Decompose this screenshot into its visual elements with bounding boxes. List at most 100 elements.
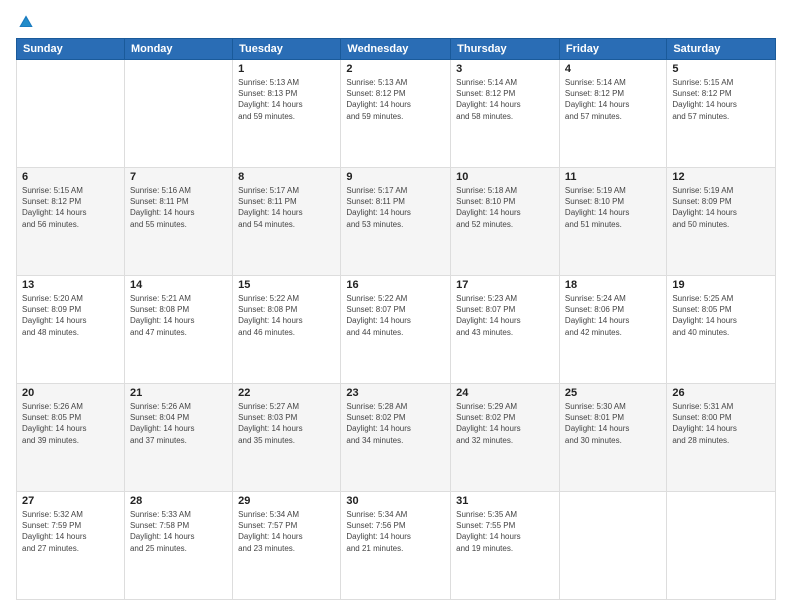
day-info: Sunrise: 5:14 AMSunset: 8:12 PMDaylight:… [565, 77, 661, 122]
day-cell: 16Sunrise: 5:22 AMSunset: 8:07 PMDayligh… [341, 276, 451, 384]
day-number: 17 [456, 279, 554, 291]
day-number: 27 [22, 495, 119, 507]
day-info: Sunrise: 5:30 AMSunset: 8:01 PMDaylight:… [565, 401, 661, 446]
day-cell [17, 60, 125, 168]
day-cell: 6 Sunrise: 5:15 AMSunset: 8:12 PMDaylight… [17, 168, 125, 276]
day-info: Sunrise: 5:13 AMSunset: 8:13 PMDaylight:… [238, 77, 335, 122]
day-cell: 30Sunrise: 5:34 AMSunset: 7:56 PMDayligh… [341, 492, 451, 600]
day-cell: 5 Sunrise: 5:15 AMSunset: 8:12 PMDaylight… [667, 60, 776, 168]
day-info: Sunrise: 5:23 AMSunset: 8:07 PMDaylight:… [456, 293, 554, 338]
day-info: Sunrise: 5:21 AMSunset: 8:08 PMDaylight:… [130, 293, 227, 338]
day-info: Sunrise: 5:33 AMSunset: 7:58 PMDaylight:… [130, 509, 227, 554]
day-info: Sunrise: 5:29 AMSunset: 8:02 PMDaylight:… [456, 401, 554, 446]
day-number: 8 [238, 171, 335, 183]
day-info: Sunrise: 5:22 AMSunset: 8:08 PMDaylight:… [238, 293, 335, 338]
day-number: 9 [346, 171, 445, 183]
day-cell: 19Sunrise: 5:25 AMSunset: 8:05 PMDayligh… [667, 276, 776, 384]
day-number: 29 [238, 495, 335, 507]
col-header-friday: Friday [559, 39, 666, 60]
day-number: 15 [238, 279, 335, 291]
day-cell: 31 Sunrise: 5:35 AMSunset: 7:55 PMDayligh… [451, 492, 560, 600]
day-info: Sunrise: 5:15 AMSunset: 8:12 PMDaylight:… [672, 77, 770, 122]
col-header-monday: Monday [124, 39, 232, 60]
day-cell [667, 492, 776, 600]
logo-icon [16, 12, 36, 32]
day-info: Sunrise: 5:35 AMSunset: 7:55 PMDaylight:… [456, 509, 554, 554]
day-info: Sunrise: 5:24 AMSunset: 8:06 PMDaylight:… [565, 293, 661, 338]
col-header-wednesday: Wednesday [341, 39, 451, 60]
day-number: 13 [22, 279, 119, 291]
day-info: Sunrise: 5:15 AMSunset: 8:12 PMDaylight:… [22, 185, 119, 230]
week-row-3: 13 Sunrise: 5:20 AMSunset: 8:09 PMDayligh… [17, 276, 776, 384]
day-number: 12 [672, 171, 770, 183]
day-number: 2 [346, 63, 445, 75]
day-info: Sunrise: 5:31 AMSunset: 8:00 PMDaylight:… [672, 401, 770, 446]
day-info: Sunrise: 5:22 AMSunset: 8:07 PMDaylight:… [346, 293, 445, 338]
day-cell: 9 Sunrise: 5:17 AMSunset: 8:11 PMDaylight… [341, 168, 451, 276]
day-info: Sunrise: 5:34 AMSunset: 7:57 PMDaylight:… [238, 509, 335, 554]
day-number: 7 [130, 171, 227, 183]
day-info: Sunrise: 5:19 AMSunset: 8:09 PMDaylight:… [672, 185, 770, 230]
day-info: Sunrise: 5:20 AMSunset: 8:09 PMDaylight:… [22, 293, 119, 338]
col-header-saturday: Saturday [667, 39, 776, 60]
day-number: 14 [130, 279, 227, 291]
day-cell: 26 Sunrise: 5:31 AMSunset: 8:00 PMDayligh… [667, 384, 776, 492]
day-cell: 2Sunrise: 5:13 AMSunset: 8:12 PMDaylight… [341, 60, 451, 168]
day-cell [124, 60, 232, 168]
calendar-table: SundayMondayTuesdayWednesdayThursdayFrid… [16, 38, 776, 600]
day-cell: 10Sunrise: 5:18 AMSunset: 8:10 PMDayligh… [451, 168, 560, 276]
day-number: 1 [238, 63, 335, 75]
day-cell: 1 Sunrise: 5:13 AMSunset: 8:13 PMDaylight… [233, 60, 341, 168]
col-header-tuesday: Tuesday [233, 39, 341, 60]
day-cell: 21 Sunrise: 5:26 AMSunset: 8:04 PMDayligh… [124, 384, 232, 492]
day-cell: 25Sunrise: 5:30 AMSunset: 8:01 PMDayligh… [559, 384, 666, 492]
day-number: 24 [456, 387, 554, 399]
day-number: 11 [565, 171, 661, 183]
day-info: Sunrise: 5:34 AMSunset: 7:56 PMDaylight:… [346, 509, 445, 554]
day-number: 6 [22, 171, 119, 183]
col-header-sunday: Sunday [17, 39, 125, 60]
day-info: Sunrise: 5:17 AMSunset: 8:11 PMDaylight:… [238, 185, 335, 230]
day-cell: 23 Sunrise: 5:28 AMSunset: 8:02 PMDayligh… [341, 384, 451, 492]
day-number: 23 [346, 387, 445, 399]
week-row-2: 6 Sunrise: 5:15 AMSunset: 8:12 PMDaylight… [17, 168, 776, 276]
day-number: 31 [456, 495, 554, 507]
day-number: 10 [456, 171, 554, 183]
header [16, 12, 776, 32]
logo [16, 12, 40, 32]
day-cell: 13 Sunrise: 5:20 AMSunset: 8:09 PMDayligh… [17, 276, 125, 384]
day-cell: 24 Sunrise: 5:29 AMSunset: 8:02 PMDayligh… [451, 384, 560, 492]
day-cell: 11 Sunrise: 5:19 AMSunset: 8:10 PMDayligh… [559, 168, 666, 276]
week-row-5: 27 Sunrise: 5:32 AMSunset: 7:59 PMDayligh… [17, 492, 776, 600]
col-header-thursday: Thursday [451, 39, 560, 60]
day-number: 26 [672, 387, 770, 399]
day-cell: 20 Sunrise: 5:26 AMSunset: 8:05 PMDayligh… [17, 384, 125, 492]
day-info: Sunrise: 5:19 AMSunset: 8:10 PMDaylight:… [565, 185, 661, 230]
day-number: 20 [22, 387, 119, 399]
day-cell: 22 Sunrise: 5:27 AMSunset: 8:03 PMDayligh… [233, 384, 341, 492]
day-number: 18 [565, 279, 661, 291]
week-row-1: 1 Sunrise: 5:13 AMSunset: 8:13 PMDaylight… [17, 60, 776, 168]
day-cell: 12 Sunrise: 5:19 AMSunset: 8:09 PMDayligh… [667, 168, 776, 276]
day-info: Sunrise: 5:27 AMSunset: 8:03 PMDaylight:… [238, 401, 335, 446]
day-info: Sunrise: 5:16 AMSunset: 8:11 PMDaylight:… [130, 185, 227, 230]
day-cell: 28Sunrise: 5:33 AMSunset: 7:58 PMDayligh… [124, 492, 232, 600]
day-info: Sunrise: 5:17 AMSunset: 8:11 PMDaylight:… [346, 185, 445, 230]
day-info: Sunrise: 5:26 AMSunset: 8:05 PMDaylight:… [22, 401, 119, 446]
day-info: Sunrise: 5:28 AMSunset: 8:02 PMDaylight:… [346, 401, 445, 446]
header-row: SundayMondayTuesdayWednesdayThursdayFrid… [17, 39, 776, 60]
day-number: 22 [238, 387, 335, 399]
day-number: 21 [130, 387, 227, 399]
day-number: 4 [565, 63, 661, 75]
day-number: 3 [456, 63, 554, 75]
day-info: Sunrise: 5:32 AMSunset: 7:59 PMDaylight:… [22, 509, 119, 554]
day-cell: 7 Sunrise: 5:16 AMSunset: 8:11 PMDaylight… [124, 168, 232, 276]
day-cell [559, 492, 666, 600]
day-cell: 27 Sunrise: 5:32 AMSunset: 7:59 PMDayligh… [17, 492, 125, 600]
day-number: 5 [672, 63, 770, 75]
day-info: Sunrise: 5:25 AMSunset: 8:05 PMDaylight:… [672, 293, 770, 338]
day-info: Sunrise: 5:26 AMSunset: 8:04 PMDaylight:… [130, 401, 227, 446]
day-cell: 29 Sunrise: 5:34 AMSunset: 7:57 PMDayligh… [233, 492, 341, 600]
day-info: Sunrise: 5:14 AMSunset: 8:12 PMDaylight:… [456, 77, 554, 122]
day-cell: 18 Sunrise: 5:24 AMSunset: 8:06 PMDayligh… [559, 276, 666, 384]
